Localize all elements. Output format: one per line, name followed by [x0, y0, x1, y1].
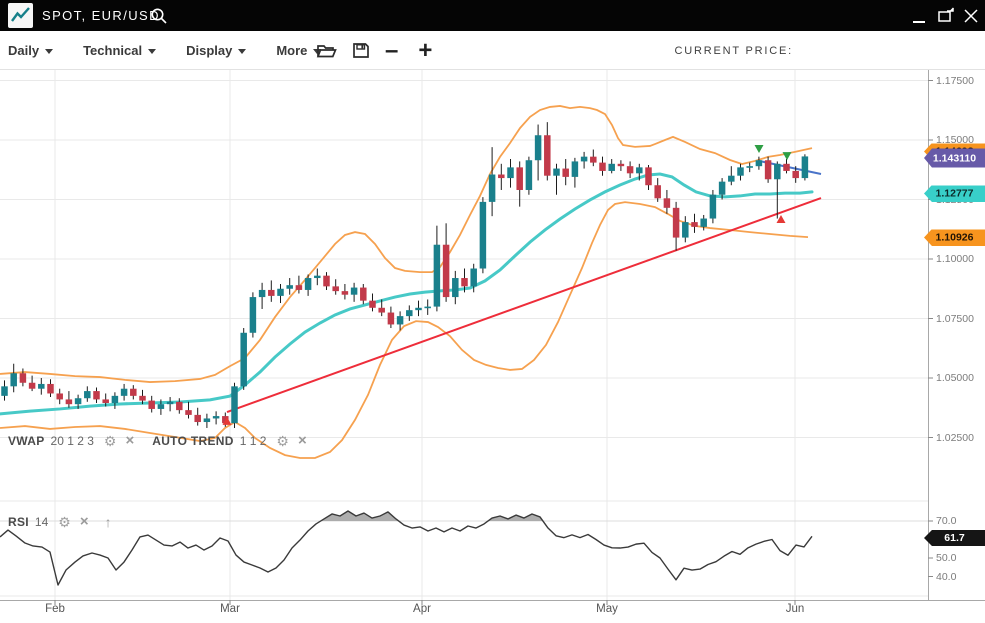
rsi-indicator-row: RSI 14 ⚙ × ↑: [8, 514, 112, 530]
rsi-axis-label: 70.0: [936, 515, 956, 527]
vwap-params: 20 1 2 3: [51, 434, 94, 448]
rsi-params: 14: [35, 515, 48, 529]
current-price-label: CURRENT PRICE:: [674, 45, 793, 57]
close-icon[interactable]: [961, 6, 981, 26]
chart-canvas[interactable]: [0, 0, 985, 623]
search-icon[interactable]: [150, 7, 168, 25]
trading-app-window: 1.175001.150001.125001.100001.075001.050…: [0, 0, 985, 623]
gear-icon[interactable]: ⚙: [104, 435, 117, 447]
price-axis-label: 1.05000: [936, 372, 974, 384]
minimize-button[interactable]: [910, 8, 930, 28]
remove-indicator-icon[interactable]: ×: [80, 516, 89, 528]
gear-icon[interactable]: ⚙: [58, 516, 71, 528]
month-label: Mar: [220, 603, 240, 615]
month-label: May: [596, 603, 618, 615]
vwap-label: VWAP: [8, 434, 45, 448]
remove-indicator-icon[interactable]: ×: [298, 435, 307, 447]
rsi-label: RSI: [8, 515, 29, 529]
price-axis-label: 1.17500: [936, 75, 974, 87]
zoom-out-button[interactable]: –: [385, 41, 398, 61]
popout-button[interactable]: [936, 6, 956, 26]
menu-technical[interactable]: Technical: [83, 43, 156, 58]
chevron-down-icon: [238, 49, 246, 54]
rsi-axis-label: 40.0: [936, 571, 956, 583]
chevron-down-icon: [148, 49, 156, 54]
remove-indicator-icon[interactable]: ×: [125, 435, 134, 447]
price-axis-label: 1.07500: [936, 313, 974, 325]
month-label: Feb: [45, 603, 65, 615]
price-tag-badge: 1.10926: [924, 229, 985, 246]
toolbar: Daily Technical Display More – + CURRENT PR…: [0, 31, 985, 70]
menu-more[interactable]: More: [276, 43, 321, 58]
gear-icon[interactable]: ⚙: [276, 435, 289, 447]
price-axis-label: 1.02500: [936, 432, 974, 444]
save-icon[interactable]: [352, 42, 370, 59]
price-tag-badge: 1.12777: [924, 185, 985, 202]
auto-trend-params: 1 1 2: [240, 434, 267, 448]
app-logo-icon: [8, 3, 33, 28]
price-tag-badge: 1.143110: [924, 149, 985, 168]
vwap-indicator-row: VWAP 20 1 2 3 ⚙ × AUTO TREND 1 1 2 ⚙ ×: [8, 434, 307, 448]
rsi-value-badge: 61.7: [924, 530, 985, 546]
menu-display[interactable]: Display: [186, 43, 246, 58]
zoom-in-button[interactable]: +: [418, 41, 432, 61]
auto-trend-label: AUTO TREND: [152, 434, 233, 448]
chevron-down-icon: [45, 49, 53, 54]
menu-daily[interactable]: Daily: [8, 43, 53, 58]
month-label: Jun: [786, 603, 805, 615]
expand-pane-icon[interactable]: ↑: [105, 514, 112, 530]
price-axis-label: 1.10000: [936, 253, 974, 265]
open-folder-icon[interactable]: [316, 42, 337, 59]
title-bar: SPOT, EUR/USD: [0, 0, 985, 31]
symbol-title: SPOT, EUR/USD: [42, 8, 160, 23]
rsi-axis-label: 50.0: [936, 552, 956, 564]
month-label: Apr: [413, 603, 431, 615]
